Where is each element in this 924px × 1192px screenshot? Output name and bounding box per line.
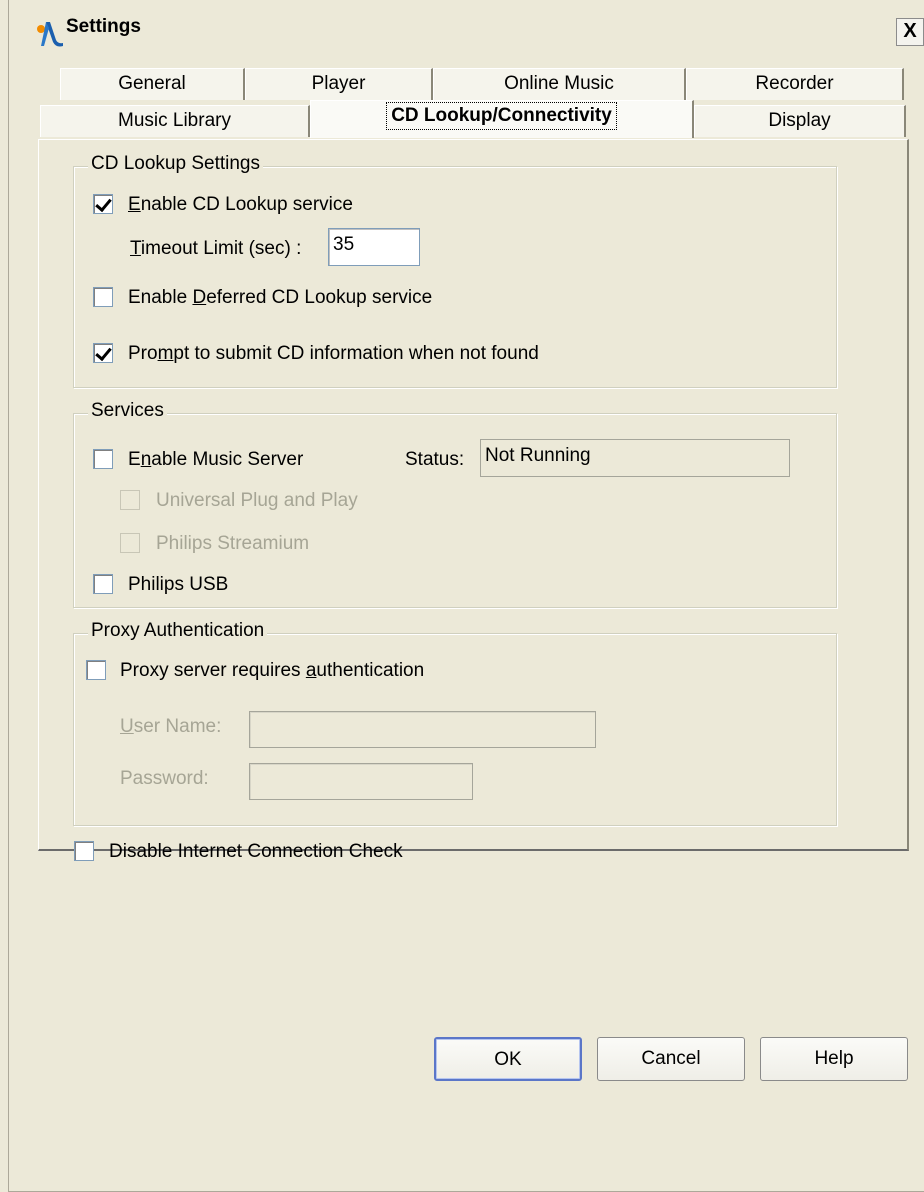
timeout-label: Timeout Limit (sec) :	[130, 238, 302, 259]
tab-player[interactable]: Player	[245, 68, 433, 100]
enable-deferred-lookup-checkbox[interactable]	[93, 287, 113, 307]
username-input[interactable]	[249, 711, 596, 748]
group-legend: Proxy Authentication	[88, 620, 268, 642]
tab-display[interactable]: Display	[694, 105, 906, 137]
tab-general[interactable]: General	[60, 68, 245, 100]
tab-music-library[interactable]: Music Library	[40, 105, 310, 137]
upnp-label: Universal Plug and Play	[156, 490, 358, 511]
philips-usb-label[interactable]: Philips USB	[128, 574, 228, 596]
tab-label: CD Lookup/Connectivity	[386, 102, 617, 130]
group-legend: Services	[88, 400, 167, 422]
password-label: Password:	[120, 768, 209, 789]
group-legend: CD Lookup Settings	[88, 153, 263, 175]
streamium-label: Philips Streamium	[156, 533, 310, 554]
proxy-requires-auth-label[interactable]: Proxy server requires authentication	[120, 660, 424, 682]
timeout-input[interactable]: 35	[328, 228, 420, 266]
tab-recorder[interactable]: Recorder	[686, 68, 904, 100]
title-bar: Settings X	[0, 0, 924, 56]
streamium-checkbox[interactable]	[120, 533, 140, 553]
password-input[interactable]	[249, 763, 473, 800]
prompt-submit-label[interactable]: Prompt to submit CD information when not…	[128, 343, 539, 365]
status-field: Not Running	[480, 439, 790, 477]
enable-music-server-checkbox[interactable]	[93, 449, 113, 469]
window-title: Settings	[66, 16, 141, 37]
help-button[interactable]: Help	[760, 1037, 908, 1081]
app-logo-icon	[37, 22, 63, 47]
status-label: Status:	[405, 449, 465, 470]
disable-internet-check-label[interactable]: Disable Internet Connection Check	[109, 841, 403, 863]
philips-usb-checkbox[interactable]	[93, 574, 113, 594]
cancel-button[interactable]: Cancel	[597, 1037, 745, 1081]
tab-cd-lookup-connectivity[interactable]: CD Lookup/Connectivity	[310, 100, 694, 138]
ok-action-button[interactable]: OK	[434, 1037, 582, 1081]
upnp-checkbox[interactable]	[120, 490, 140, 510]
tab-online-music[interactable]: Online Music	[433, 68, 686, 100]
enable-deferred-lookup-label[interactable]: Enable Deferred CD Lookup service	[128, 287, 432, 309]
prompt-submit-checkbox[interactable]	[93, 343, 113, 363]
proxy-requires-auth-checkbox[interactable]	[86, 660, 106, 680]
username-label: User Name:	[120, 716, 222, 737]
close-button[interactable]: X	[896, 18, 924, 46]
disable-internet-check-checkbox[interactable]	[74, 841, 94, 861]
enable-cd-lookup-checkbox[interactable]	[93, 194, 113, 214]
enable-cd-lookup-label[interactable]: Enable CD Lookup service	[128, 194, 353, 216]
enable-music-server-label[interactable]: Enable Music Server	[128, 449, 303, 471]
